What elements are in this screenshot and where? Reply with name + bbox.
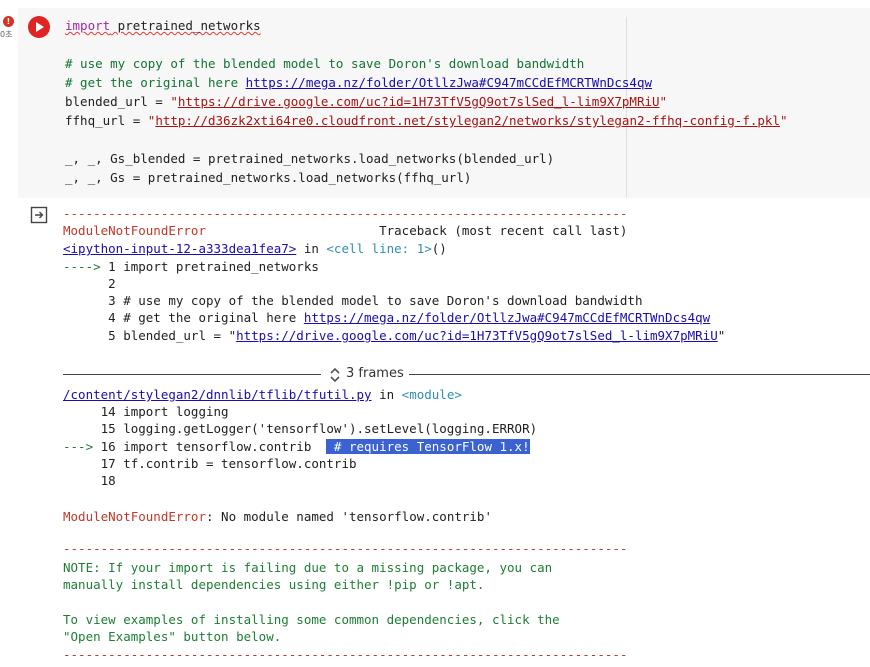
blended-url-link[interactable]: https://drive.google.com/uc?id=1H73TfV5g… — [178, 94, 660, 109]
traceback-line: 4 # get the original here https://mega.n… — [63, 310, 711, 325]
code-line-1[interactable]: import pretrained_networks — [65, 17, 261, 34]
traceback-line: 3 # use my copy of the blended model to … — [63, 293, 643, 308]
separator-line: ----------------------------------------… — [63, 541, 628, 556]
traceback-line: 2 — [63, 276, 116, 291]
separator-line: ----------------------------------------… — [63, 206, 628, 221]
traceback-location-2: /content/stylegan2/dnnlib/tflib/tfutil.p… — [63, 387, 462, 402]
traceback-mega-link[interactable]: https://mega.nz/folder/OtllzJwa#C947mCCd… — [304, 310, 710, 325]
note-line: "Open Examples" button below. — [63, 629, 282, 644]
traceback-line: 18 — [63, 473, 116, 488]
note-line: manually install dependencies using eith… — [63, 577, 485, 592]
execution-time: 0초 — [0, 30, 13, 39]
note-line: To view examples of installing some comm… — [63, 612, 560, 627]
traceback-line: 17 tf.contrib = tensorflow.contrib — [63, 456, 357, 471]
selected-text[interactable]: # requires TensorFlow 1.x! — [326, 439, 530, 454]
separator-line: ----------------------------------------… — [63, 647, 628, 662]
mega-link[interactable]: https://mega.nz/folder/OtllzJwa#C947mCCd… — [246, 75, 652, 90]
traceback-line: 15 logging.getLogger('tensorflow').setLe… — [63, 421, 538, 436]
traceback-line: ----> 1 import pretrained_networks — [63, 259, 319, 274]
expand-collapse-icon[interactable] — [329, 366, 341, 384]
traceback-line: 5 blended_url = "https://drive.google.co… — [63, 328, 726, 343]
ffhq-url-link[interactable]: http://d36zk2xti64re0.cloudfront.net/sty… — [155, 113, 780, 128]
code-line-6[interactable]: _, _, Gs_blended = pretrained_networks.l… — [65, 150, 554, 167]
traceback-location-1: <ipython-input-12-a333dea1fea7> in <cell… — [63, 241, 447, 256]
ipython-input-link[interactable]: <ipython-input-12-a333dea1fea7> — [63, 241, 296, 256]
cell-gutter: ! 0초 — [0, 0, 18, 667]
traceback-drive-link[interactable]: https://drive.google.com/uc?id=1H73TfV5g… — [236, 328, 718, 343]
collapsed-frames[interactable]: 3 frames — [63, 366, 870, 384]
code-line-5[interactable]: ffhq_url = "http://d36zk2xti64re0.cloudf… — [65, 112, 788, 129]
code-line-3[interactable]: # get the original here https://mega.nz/… — [65, 74, 652, 91]
run-cell-button[interactable] — [28, 16, 50, 38]
error-header: ModuleNotFoundError Traceback (most rece… — [63, 223, 628, 238]
error-message: ModuleNotFoundError: No module named 'te… — [63, 509, 492, 524]
code-line-2[interactable]: # use my copy of the blended model to sa… — [65, 55, 584, 72]
output-menu-icon[interactable] — [30, 206, 48, 224]
code-line-4[interactable]: blended_url = "https://drive.google.com/… — [65, 93, 667, 110]
traceback-line-highlighted: ---> 16 import tensorflow.contrib # requ… — [63, 438, 530, 455]
current-line-arrow: ---> — [63, 439, 94, 454]
tfutil-file-link[interactable]: /content/stylegan2/dnnlib/tflib/tfutil.p… — [63, 387, 372, 402]
frames-count[interactable]: 3 frames — [346, 366, 404, 381]
traceback-line: 14 import logging — [63, 404, 229, 419]
error-status-icon: ! — [3, 16, 14, 27]
traceback-code: 16 import tensorflow.contrib — [93, 439, 327, 454]
note-line: NOTE: If your import is failing due to a… — [63, 560, 553, 575]
code-line-7[interactable]: _, _, Gs = pretrained_networks.load_netw… — [65, 169, 471, 186]
